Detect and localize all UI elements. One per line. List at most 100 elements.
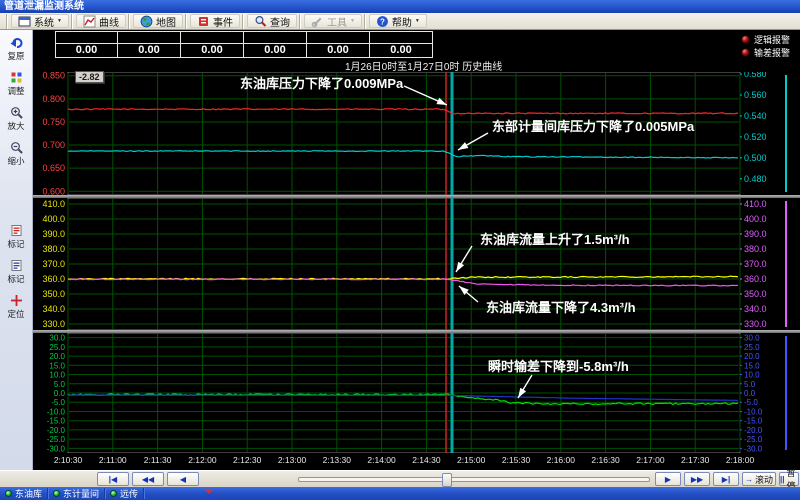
logic-alarm: 逻辑报警 [741, 33, 790, 45]
fast-forward-button[interactable]: ▶▶ [684, 472, 710, 486]
y-axis-tick-right: 0.540 [744, 111, 767, 121]
y-axis-tick-left: 370.0 [42, 259, 65, 269]
x-axis-label: 2:13:00 [278, 455, 306, 465]
differential-panel[interactable]: 30.025.020.015.010.05.00.0-5.0-10.0-15.0… [33, 333, 800, 453]
menu-help[interactable]: ? 帮助▼ [369, 14, 427, 28]
y-axis-tick-left: 20.0 [49, 352, 65, 361]
x-axis-label: 2:15:30 [502, 455, 530, 465]
x-axis-label: 2:14:30 [412, 455, 440, 465]
pause-button[interactable]: ||暂停 [779, 472, 799, 486]
y-axis-tick-left: -20.0 [47, 426, 66, 435]
step-forward-button[interactable]: ▶ [655, 472, 681, 486]
x-axis-label: 2:11:30 [144, 455, 172, 465]
x-axis-label: 2:13:30 [323, 455, 351, 465]
step-back-button[interactable]: ◀ [167, 472, 199, 486]
y-axis-tick-left: 15.0 [49, 361, 65, 370]
rewind-button[interactable]: ◀◀ [132, 472, 164, 486]
y-axis-tick-left: 0.650 [42, 163, 65, 173]
y-axis-tick-left: 0.0 [54, 389, 66, 398]
readout-cell: 东油库流量0.00 [181, 31, 244, 58]
y-axis-tick-right: 350.0 [744, 289, 767, 299]
y-axis-tick-right: 390.0 [744, 229, 767, 239]
menu-curve[interactable]: 曲线 [76, 14, 126, 28]
menu-tools[interactable]: 工具▼ [304, 14, 362, 28]
y-axis-tick-left: 0.700 [42, 140, 65, 150]
statusbar: 东油库 东计量间 远传 [0, 487, 800, 500]
pause-icon: || [780, 475, 784, 484]
chart-annotation: 东油库流量上升了1.5m³/h [480, 232, 630, 247]
menu-map[interactable]: 地图 [133, 14, 183, 28]
menu-query[interactable]: 查询 [247, 14, 297, 28]
y-axis-tick-right: 5.0 [744, 380, 756, 389]
y-axis-tick-right: 0.520 [744, 132, 767, 142]
y-axis-tick-right: 330.0 [744, 319, 767, 329]
locate-button[interactable]: 定位 [1, 294, 31, 320]
y-axis-tick-left: 400.0 [42, 214, 65, 224]
menu-event[interactable]: 事件 [190, 14, 240, 28]
history-period-label: 1月26日0时至1月27日0时 历史曲线 [345, 58, 502, 73]
readout-cell: 东计量间压力0.00 [118, 31, 181, 58]
online-led-icon [53, 490, 60, 497]
y-axis-tick-right: 20.0 [744, 352, 760, 361]
y-axis-tick-right: 30.0 [744, 334, 760, 343]
map-icon [140, 15, 153, 28]
y-axis-tick-right: 400.0 [744, 214, 767, 224]
online-led-icon [110, 490, 117, 497]
transport-bar: |◀ ◀◀ ◀ ▶ ▶▶ ▶| →滚动 ||暂停 [0, 470, 800, 487]
chart-annotation: 东部计量间库压力下降了0.005MPa [492, 119, 695, 134]
x-axis-label: 2:15:00 [457, 455, 485, 465]
locate-icon [10, 294, 23, 307]
y-axis-tick-right: 0.560 [744, 90, 767, 100]
tools-icon [311, 15, 324, 28]
y-axis-tick-left: -10.0 [47, 407, 66, 416]
timeline-slider[interactable] [298, 477, 650, 482]
diff-alarm: 输差报警 [741, 46, 790, 58]
curve-icon [83, 15, 96, 28]
x-axis-label: 2:16:30 [591, 455, 619, 465]
readout-cell: 东油库压力0.00 [55, 31, 118, 58]
app-window: 管道泄漏监测系统 系统▼ 曲线 地图 事件 查询 工具▼ ? 帮助▼ 东油库压力… [0, 0, 800, 500]
x-axis-label: 2:12:30 [233, 455, 261, 465]
y-axis-tick-left: 0.750 [42, 117, 65, 127]
status-icon [204, 489, 214, 499]
window-title: 管道泄漏监测系统 [0, 0, 800, 13]
readout-cell: 瞬时输差0.00 [307, 31, 370, 58]
system-icon [18, 15, 31, 28]
y-axis-tick-right: 0.0 [744, 389, 756, 398]
restore-button[interactable]: 复原 [1, 36, 31, 62]
online-led-icon [5, 490, 12, 497]
scroll-button[interactable]: →滚动 [742, 472, 776, 486]
y-axis-tick-left: 410.0 [42, 199, 65, 209]
status-remote: 远传 [105, 488, 144, 499]
cursor-value-tooltip: -2.82 [75, 71, 104, 83]
y-axis-tick-left: 390.0 [42, 229, 65, 239]
query-icon [254, 15, 267, 28]
x-axis-label: 2:12:00 [188, 455, 216, 465]
y-axis-tick-right: -20.0 [744, 426, 763, 435]
x-axis-label: 2:11:00 [99, 455, 127, 465]
alarm-led-icon [741, 35, 750, 44]
y-axis-tick-right: 410.0 [744, 199, 767, 209]
zoom-out-button[interactable]: 缩小 [1, 141, 31, 167]
step-last-button[interactable]: ▶| [713, 472, 739, 486]
pressure-panel[interactable]: 0.8500.8000.7500.7000.6500.6000.5800.560… [33, 72, 800, 195]
chart-annotation: 东油库压力下降了0.009MPa [240, 76, 404, 91]
chevron-down-icon: ▼ [415, 18, 420, 24]
flow-panel[interactable]: 410.0400.0390.0380.0370.0360.0350.0340.0… [33, 198, 800, 330]
adjust-button[interactable]: 调整 [1, 71, 31, 97]
zoom-in-button[interactable]: 放大 [1, 106, 31, 132]
y-axis-tick-left: 30.0 [49, 334, 65, 343]
mark-red-button[interactable]: 标记 [1, 224, 31, 250]
mark-blue-icon [10, 259, 23, 272]
chart-area[interactable]: 0.8500.8000.7500.7000.6500.6000.5800.560… [33, 72, 800, 470]
slider-thumb[interactable] [442, 473, 452, 487]
step-first-button[interactable]: |◀ [97, 472, 129, 486]
y-axis-tick-right: -15.0 [744, 417, 763, 426]
menu-system[interactable]: 系统▼ [11, 14, 69, 28]
y-axis-tick-left: 10.0 [49, 371, 65, 380]
readout-panel: 东油库压力0.00 东计量间压力0.00 东油库流量0.00 东计量间流量0.0… [55, 31, 433, 58]
y-axis-tick-left: 0.850 [42, 72, 65, 81]
y-axis-tick-left: 0.600 [42, 186, 65, 195]
mark-blue-button[interactable]: 标记 [1, 259, 31, 285]
scroll-arrow-icon: → [745, 475, 753, 484]
